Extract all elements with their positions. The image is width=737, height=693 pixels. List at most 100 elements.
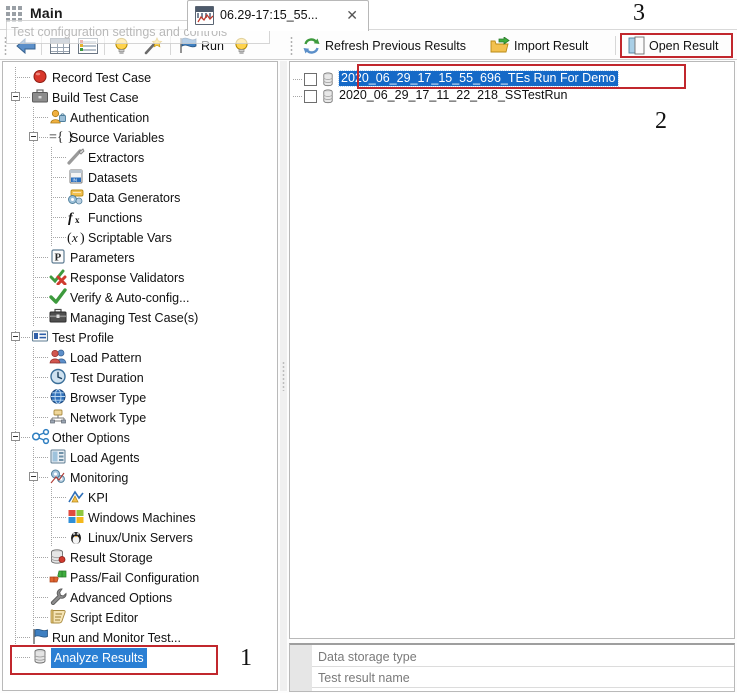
tree-connector	[51, 197, 66, 198]
tree-item-result-storage[interactable]: Result Storage	[3, 547, 277, 567]
import-result-button[interactable]: Import Result	[488, 34, 590, 57]
result-row[interactable]: 2020_06_29_17_11_22_218_SSTestRun	[290, 88, 734, 105]
database-icon	[321, 72, 335, 87]
tree-item-label: Test Profile	[52, 331, 114, 345]
tree-guide-line	[15, 247, 16, 267]
tree-item-test-duration[interactable]: Test Duration	[3, 367, 277, 387]
windows-logo-icon	[67, 508, 85, 525]
tree-item-build-test-case[interactable]: Build Test Case	[3, 87, 277, 107]
tree-expander-collapse-icon[interactable]	[29, 472, 38, 481]
refresh-previous-results-button[interactable]: Refresh Previous Results	[300, 34, 468, 57]
document-tab-label: 06.29-17:15_55...	[220, 8, 318, 22]
tree-item-windows-machines[interactable]: Windows Machines	[3, 507, 277, 527]
tree-item-managing-test-case-s[interactable]: Managing Test Case(s)	[3, 307, 277, 327]
tree-item-other-options[interactable]: Other Options	[3, 427, 277, 447]
tree-item-load-agents[interactable]: Load Agents	[3, 447, 277, 467]
tree-guide-line	[33, 187, 34, 207]
tree-item-verify-auto-config[interactable]: Verify & Auto-config...	[3, 287, 277, 307]
configuration-tree-panel[interactable]: Record Test Case Build Test Case Authentic…	[2, 61, 278, 691]
tree-item-monitoring[interactable]: Monitoring	[3, 467, 277, 487]
scriptable-var-icon: (x)	[67, 228, 85, 246]
tree-guide-line	[15, 447, 16, 467]
svg-text:): )	[80, 231, 85, 245]
tree-item-label: Windows Machines	[88, 511, 196, 525]
tree-guide-line	[33, 527, 34, 547]
dataset-icon: IN	[67, 168, 85, 185]
clock-icon	[49, 368, 67, 385]
panel-splitter[interactable]	[280, 61, 287, 691]
tree-connector	[293, 96, 303, 97]
braces-icon: ={ }	[49, 128, 74, 145]
tree-guide-line	[15, 587, 16, 607]
user-lock-icon	[49, 108, 67, 125]
tree-expander-collapse-icon[interactable]	[11, 332, 20, 341]
green-check-icon	[49, 288, 67, 305]
property-row-test-result-name[interactable]: Test result name	[312, 668, 734, 688]
briefcase-icon	[31, 88, 49, 105]
annotation-box-3	[620, 33, 733, 58]
tree-item-authentication[interactable]: Authentication	[3, 107, 277, 127]
tree-guide-line	[15, 167, 16, 187]
database-storage-icon	[49, 548, 67, 565]
property-grid[interactable]: Data storage type Test result name	[289, 643, 735, 692]
tree-item-extractors[interactable]: Extractors	[3, 147, 277, 167]
globe-icon	[49, 388, 67, 405]
tree-item-load-pattern[interactable]: Load Pattern	[3, 347, 277, 367]
result-row-checkbox[interactable]	[304, 73, 317, 86]
tree-guide-line	[33, 167, 34, 187]
tree-guide-line	[15, 267, 16, 287]
network-icon	[49, 408, 67, 425]
tree-item-network-type[interactable]: Network Type	[3, 407, 277, 427]
tree-item-run-and-monitor-test[interactable]: Run and Monitor Test...	[3, 627, 277, 647]
check-cross-icon	[49, 268, 67, 286]
tree-item-scriptable-vars[interactable]: (x) Scriptable Vars	[3, 227, 277, 247]
svg-text:P: P	[55, 252, 62, 264]
tree-item-label: Test Duration	[70, 371, 144, 385]
tree-connector	[51, 517, 66, 518]
tree-item-label: Other Options	[52, 431, 130, 445]
gears-monitor-icon	[49, 468, 67, 485]
svg-text:IN: IN	[73, 177, 78, 182]
tree-item-data-generators[interactable]: Data Generators	[3, 187, 277, 207]
tree-item-record-test-case[interactable]: Record Test Case	[3, 67, 277, 87]
tree-item-label: Managing Test Case(s)	[70, 311, 199, 325]
tree-item-label: Record Test Case	[52, 71, 152, 85]
tree-item-script-editor[interactable]: Script Editor	[3, 607, 277, 627]
tree-item-browser-type[interactable]: Browser Type	[3, 387, 277, 407]
tree-item-response-validators[interactable]: Response Validators	[3, 267, 277, 287]
tree-connector	[33, 117, 48, 118]
annotation-box-2	[357, 64, 686, 89]
blue-flag-icon	[31, 628, 49, 645]
document-tab[interactable]: 06.29-17:15_55... ✕	[187, 0, 369, 31]
tree-expander-collapse-icon[interactable]	[29, 132, 38, 141]
tree-item-label: Linux/Unix Servers	[88, 531, 193, 545]
tree-connector	[33, 577, 48, 578]
tree-item-label: Load Pattern	[70, 351, 142, 365]
page-title: Main	[30, 5, 63, 21]
linux-penguin-icon	[67, 528, 85, 545]
tree-item-functions[interactable]: f x Functions	[3, 207, 277, 227]
close-icon[interactable]: ✕	[346, 7, 358, 23]
red-record-icon	[31, 68, 49, 85]
annotation-number-1: 1	[240, 645, 252, 671]
tree-expander-collapse-icon[interactable]	[11, 92, 20, 101]
tree-expander-collapse-icon[interactable]	[11, 432, 20, 441]
tree-item-label: Network Type	[70, 411, 147, 425]
tree-item-datasets[interactable]: IN Datasets	[3, 167, 277, 187]
tree-item-linux-unix-servers[interactable]: Linux/Unix Servers	[3, 527, 277, 547]
results-list-panel[interactable]: 2020_06_29_17_15_55_696_TEs Run For Demo…	[289, 61, 735, 639]
tree-item-test-profile[interactable]: Test Profile	[3, 327, 277, 347]
tree-item-advanced-options[interactable]: Advanced Options	[3, 587, 277, 607]
tree-item-parameters[interactable]: P Parameters	[3, 247, 277, 267]
tree-connector	[33, 377, 48, 378]
toolbar-gripper[interactable]	[290, 36, 293, 55]
tree-connector	[33, 317, 48, 318]
property-row-data-storage-type[interactable]: Data storage type	[312, 647, 734, 667]
tree-guide-line	[33, 147, 34, 167]
tree-item-pass-fail-configuration[interactable]: Pass/Fail Configuration	[3, 567, 277, 587]
tree-item-kpi[interactable]: KPI	[3, 487, 277, 507]
tree-item-source-variables[interactable]: ={ } Source Variables	[3, 127, 277, 147]
profile-card-icon	[31, 328, 49, 345]
result-row-checkbox[interactable]	[304, 90, 317, 103]
tree-guide-line	[15, 307, 16, 327]
